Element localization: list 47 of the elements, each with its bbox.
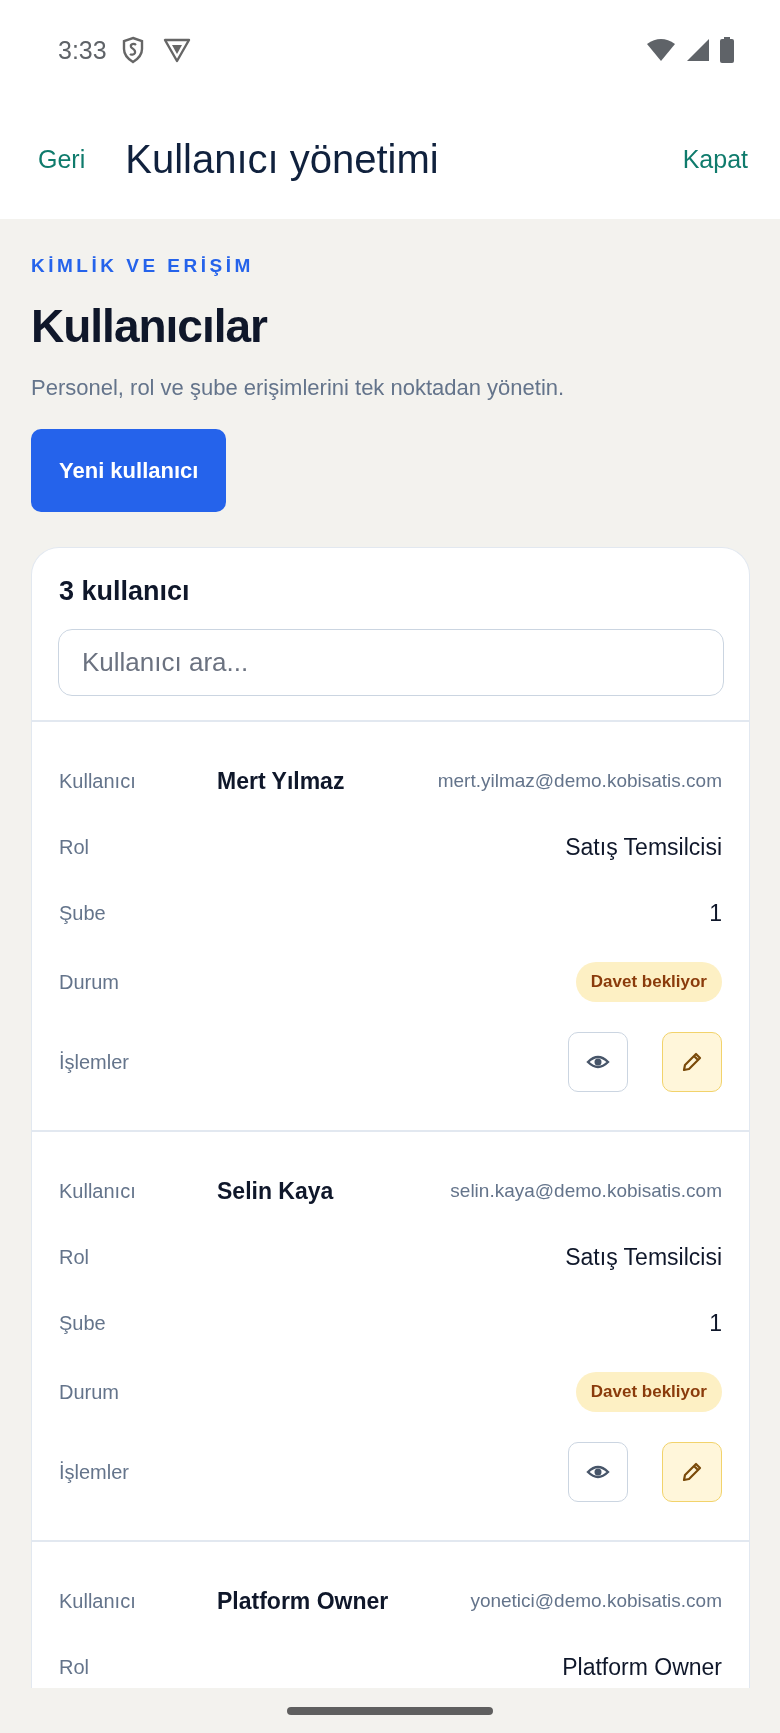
status-badge: Davet bekliyor [575, 962, 722, 1002]
field-label: İşlemler [59, 1050, 130, 1074]
field-label: İşlemler [59, 1460, 130, 1484]
edit-button[interactable] [662, 1442, 722, 1502]
user-name: Mert Yılmaz [216, 767, 346, 795]
close-link[interactable]: Kapat [682, 145, 748, 174]
user-email: mert.yilmaz@demo.kobisatis.com [437, 770, 722, 792]
field-label: Kullanıcı [59, 769, 137, 793]
field-value: 1 [709, 899, 722, 927]
section-eyebrow: KİMLİK VE ERİŞİM [31, 255, 254, 277]
section-description: Personel, rol ve şube erişimlerini tek noktadan yönetin. [31, 375, 565, 401]
view-button[interactable] [568, 1032, 628, 1092]
battery-icon [720, 37, 734, 63]
user-email: yonetici@demo.kobisatis.com [470, 1590, 722, 1612]
pencil-icon [680, 1460, 704, 1484]
user-name: Platform Owner [216, 1587, 390, 1615]
field-label: Rol [59, 1245, 90, 1269]
shield-icon [120, 36, 145, 64]
status-time: 3:33 [58, 35, 107, 65]
field-label: Durum [59, 970, 120, 994]
field-label: Şube [59, 901, 107, 925]
field-label: Kullanıcı [59, 1589, 137, 1613]
signal-icon [686, 38, 710, 62]
field-label: Rol [59, 835, 90, 859]
search-field[interactable]: Kullanıcı ara... [58, 629, 724, 696]
field-label: Durum [59, 1380, 120, 1404]
field-value: Platform Owner [562, 1653, 722, 1681]
pencil-icon [680, 1050, 704, 1074]
field-label: Rol [59, 1655, 90, 1679]
section-heading: Kullanıcılar [31, 299, 267, 353]
user-email: selin.kaya@demo.kobisatis.com [450, 1180, 722, 1202]
status-badge: Davet bekliyor [575, 1372, 722, 1412]
user-name: Selin Kaya [216, 1177, 335, 1205]
view-button[interactable] [568, 1442, 628, 1502]
new-user-button[interactable]: Yeni kullanıcı [31, 429, 227, 512]
wifi-icon [646, 38, 676, 62]
back-link[interactable]: Geri [38, 145, 86, 174]
page-title: Kullanıcı yönetimi [125, 137, 440, 182]
field-value: 1 [709, 1309, 722, 1337]
edit-button[interactable] [662, 1032, 722, 1092]
field-value: Satış Temsilcisi [565, 833, 722, 861]
user-count: 3 kullanıcı [58, 575, 191, 607]
home-indicator[interactable] [287, 1706, 493, 1715]
field-label: Kullanıcı [59, 1179, 137, 1203]
field-label: Şube [59, 1311, 107, 1335]
bug-triangle-icon [162, 37, 191, 63]
field-value: Satış Temsilcisi [565, 1243, 722, 1271]
